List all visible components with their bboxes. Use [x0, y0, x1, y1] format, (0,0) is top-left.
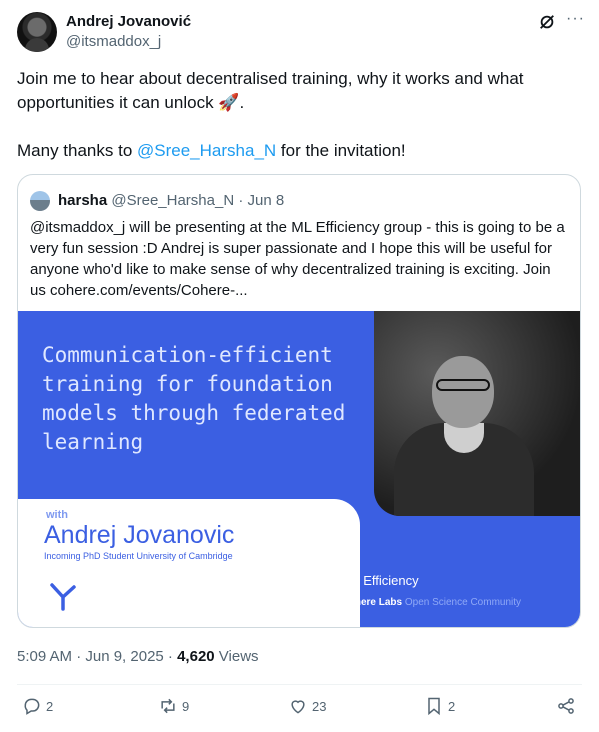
speaker-photo	[374, 311, 580, 516]
share-icon	[558, 698, 574, 714]
share-button[interactable]	[556, 696, 576, 716]
bookmark-button[interactable]: 2	[424, 696, 455, 716]
speaker-card: with Andrej Jovanovic Incoming PhD Stude…	[18, 499, 360, 627]
speaker-role: Incoming PhD Student University of Cambr…	[44, 551, 233, 561]
repost-icon	[161, 698, 175, 714]
thanks-prefix: Many thanks to	[17, 141, 138, 160]
bookmark-icon	[428, 697, 440, 716]
quoted-header: harsha @Sree_Harsha_N · Jun 8	[58, 192, 284, 209]
mention-link[interactable]: @Sree_Harsha_N	[137, 141, 276, 160]
quoted-avatar[interactable]	[30, 191, 50, 211]
org-suffix: Open Science Community	[404, 597, 522, 608]
group-name: ML Efficiency	[342, 573, 419, 588]
group-logo-icon	[50, 583, 76, 611]
speaker-name: Andrej Jovanovic	[44, 521, 235, 549]
org-name: Cohere Labs	[341, 597, 403, 608]
more-options-icon[interactable]: ···	[566, 10, 585, 28]
with-label: with	[46, 509, 68, 521]
heart-icon	[291, 700, 305, 714]
thanks-suffix: for the invitation!	[276, 141, 406, 160]
repost-button[interactable]: 9	[158, 696, 189, 716]
quoted-handle[interactable]: @Sree_Harsha_N	[111, 192, 234, 209]
post-meta: 5:09 AM · Jun 9, 2025 · 4,620 Views	[17, 648, 259, 665]
reply-button[interactable]: 2	[22, 696, 53, 716]
post-text: Join me to hear about decentralised trai…	[17, 67, 577, 163]
bookmark-count: 2	[448, 698, 456, 714]
grok-icon[interactable]	[538, 13, 556, 31]
quoted-text: @itsmaddox_j will be presenting at the M…	[30, 219, 565, 299]
post-timestamp[interactable]: 5:09 AM · Jun 9, 2025 ·	[17, 648, 177, 665]
post-line: Join me to hear about decentralised trai…	[17, 69, 524, 112]
repost-count: 9	[182, 698, 190, 714]
divider	[17, 684, 582, 685]
org-label: ⊣ Cohere Labs Open Science Community	[330, 597, 522, 608]
quoted-date[interactable]: · Jun 8	[238, 192, 284, 209]
author-handle[interactable]: @itsmaddox_j	[66, 33, 161, 50]
quoted-post[interactable]: harsha @Sree_Harsha_N · Jun 8 @itsmaddox…	[17, 174, 581, 628]
like-button[interactable]: 23	[288, 696, 326, 716]
author-avatar[interactable]	[17, 12, 57, 52]
post-thanks: Many thanks to @Sree_Harsha_N for the in…	[17, 139, 577, 163]
card-title: Communication-efficient training for fou…	[42, 343, 346, 454]
author-name[interactable]: Andrej Jovanović	[66, 13, 191, 30]
views-label: Views	[214, 648, 259, 665]
views-count: 4,620	[177, 648, 215, 665]
reply-icon	[24, 698, 40, 715]
event-card-image[interactable]: Communication-efficient training for fou…	[18, 311, 580, 627]
reply-count: 2	[46, 698, 54, 714]
quoted-name[interactable]: harsha	[58, 192, 107, 209]
like-count: 23	[312, 698, 327, 714]
